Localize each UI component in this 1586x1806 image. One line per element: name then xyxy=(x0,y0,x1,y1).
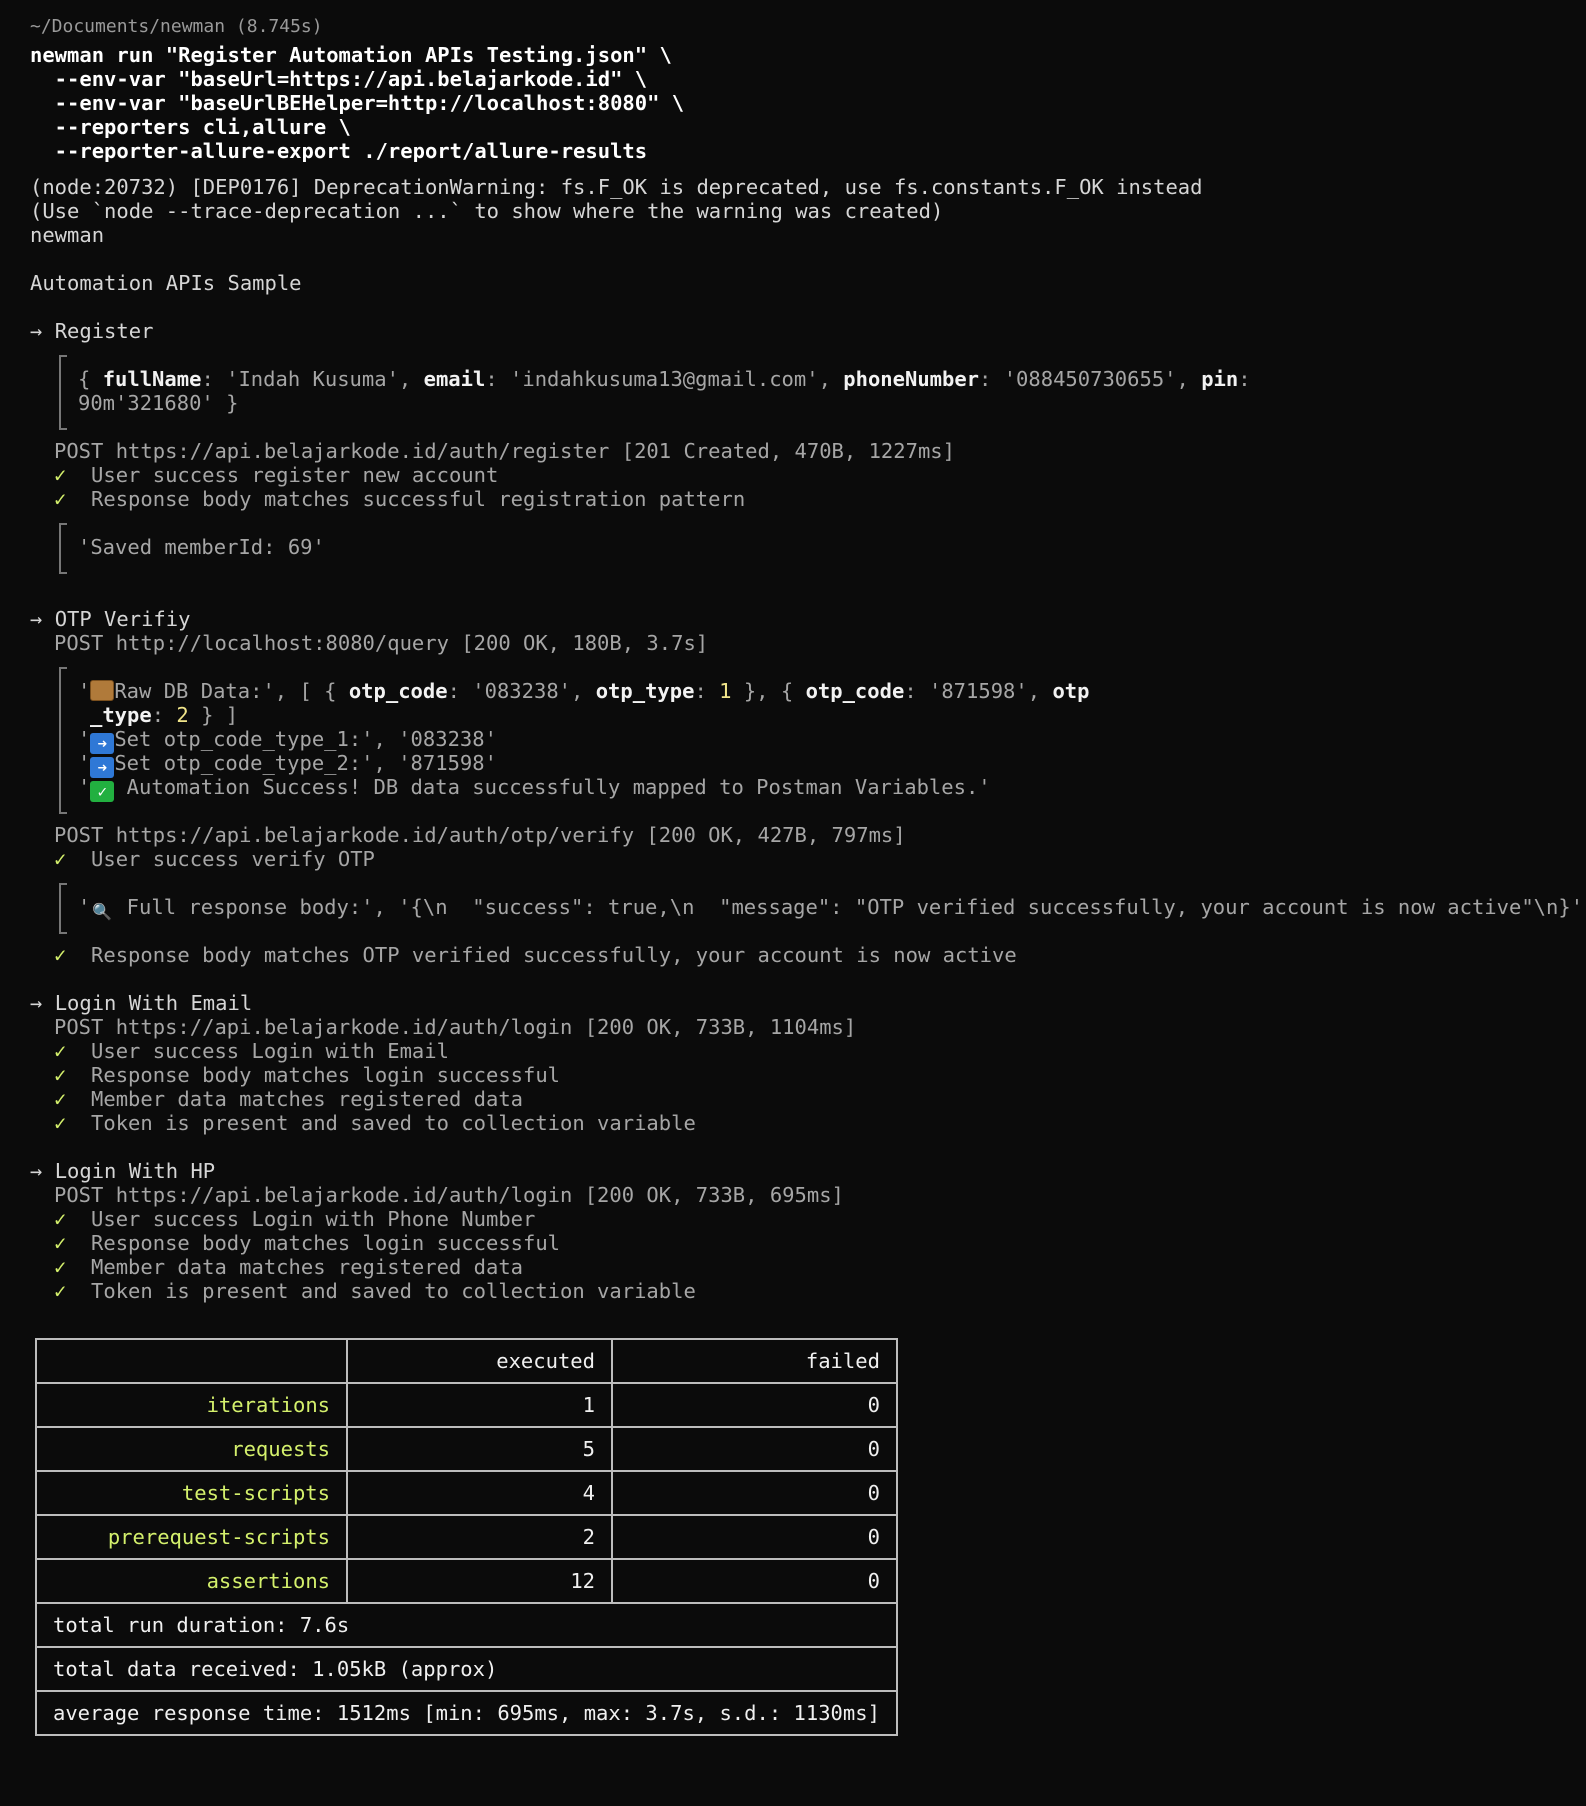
table-row: assertions 12 0 xyxy=(35,1558,898,1604)
check-icon: ✓ xyxy=(54,487,67,511)
log-bracket xyxy=(59,523,67,574)
table-row: requests 5 0 xyxy=(35,1426,898,1472)
failed-cell: 0 xyxy=(611,1558,898,1604)
package-icon xyxy=(90,680,115,701)
check-icon: ✓ xyxy=(54,1063,67,1087)
command-line: --reporters cli,allure \ xyxy=(30,115,351,139)
check-icon: ✓ xyxy=(54,1111,67,1135)
executed-cell: 2 xyxy=(346,1514,613,1560)
deprecation-warning: (node:20732) [DEP0176] DeprecationWarnin… xyxy=(30,175,1203,199)
request-line: POST http://localhost:8080/query [200 OK… xyxy=(54,631,709,655)
check-icon: ✓ xyxy=(54,847,67,871)
test-result: ✓ User success Login with Phone Number xyxy=(54,1207,536,1231)
row-label: requests xyxy=(35,1426,348,1472)
executed-cell: 4 xyxy=(346,1470,613,1516)
test-result: ✓ Response body matches login successful xyxy=(54,1231,561,1255)
test-result: ✓ Member data matches registered data xyxy=(54,1255,524,1279)
row-label: test-scripts xyxy=(35,1470,348,1516)
request-title-login-hp: → Login With HP xyxy=(30,1159,216,1183)
register-log-line: { fullName: 'Indah Kusuma', email: 'inda… xyxy=(78,367,1251,391)
check-icon: ✓ xyxy=(54,1279,67,1303)
arrow-icon: → xyxy=(30,991,43,1015)
test-result: ✓ Member data matches registered data xyxy=(54,1087,524,1111)
table-row: iterations 1 0 xyxy=(35,1382,898,1428)
test-result: ✓ Response body matches OTP verified suc… xyxy=(54,943,1017,967)
check-icon: ✓ xyxy=(54,1039,67,1063)
otp-log-line: ' Raw DB Data:', [ { otp_code: '083238', … xyxy=(78,679,1090,703)
command-line: newman run "Register Automation APIs Tes… xyxy=(30,43,672,67)
row-label: prerequest-scripts xyxy=(35,1514,348,1560)
check-icon: ✓ xyxy=(54,1255,67,1279)
executed-cell: 5 xyxy=(346,1426,613,1472)
test-result: ✓ User success Login with Email xyxy=(54,1039,449,1063)
total-data-received: total data received: 1.05kB (approx) xyxy=(35,1646,898,1692)
table-row: prerequest-scripts 2 0 xyxy=(35,1514,898,1560)
response-body-log: ' 🔍 Full response body:', '{\n "success":… xyxy=(78,895,1584,921)
otp-log-line: ' ✓ Automation Success! DB data successfu… xyxy=(78,775,991,802)
saved-log: 'Saved memberId: 69' xyxy=(78,535,325,559)
request-title-login-email: → Login With Email xyxy=(30,991,253,1015)
check-icon: ✓ xyxy=(54,1231,67,1255)
arrow-icon: → xyxy=(30,607,43,631)
test-result: ✓ User success register new account xyxy=(54,463,499,487)
table-row: test-scripts 4 0 xyxy=(35,1470,898,1516)
failed-cell: 0 xyxy=(611,1382,898,1428)
row-label: assertions xyxy=(35,1558,348,1604)
test-result: ✓ Response body matches login successful xyxy=(54,1063,561,1087)
request-line: POST https://api.belajarkode.id/auth/log… xyxy=(54,1015,857,1039)
otp-log-line: ' ➜ Set otp_code_type_1:', '083238' xyxy=(78,727,497,754)
log-bracket xyxy=(59,355,67,430)
request-line: POST https://api.belajarkode.id/auth/log… xyxy=(54,1183,844,1207)
log-bracket xyxy=(59,667,67,814)
terminal-window[interactable]: ~/Documents/newman (8.745s) newman run "… xyxy=(0,0,1586,1806)
failed-cell: 0 xyxy=(611,1514,898,1560)
table-header-row: executed failed xyxy=(35,1338,898,1384)
table-header-cell: failed xyxy=(611,1338,898,1384)
total-run-duration: total run duration: 7.6s xyxy=(35,1602,898,1648)
request-line: POST https://api.belajarkode.id/auth/otp… xyxy=(54,823,906,847)
check-mark-icon: ✓ xyxy=(90,781,115,802)
check-icon: ✓ xyxy=(54,1087,67,1111)
table-header-cell: executed xyxy=(346,1338,613,1384)
summary-data-row: total data received: 1.05kB (approx) xyxy=(35,1646,898,1692)
arrow-icon: → xyxy=(30,1159,43,1183)
run-summary-table: executed failed iterations 1 0 requests … xyxy=(35,1338,898,1736)
request-title-register: → Register xyxy=(30,319,154,343)
test-result: ✓ Token is present and saved to collecti… xyxy=(54,1111,696,1135)
check-icon: ✓ xyxy=(54,943,67,967)
failed-cell: 0 xyxy=(611,1426,898,1472)
summary-response-row: average response time: 1512ms [min: 695m… xyxy=(35,1690,898,1736)
command-line: --env-var "baseUrl=https://api.belajarko… xyxy=(30,67,648,91)
request-line: POST https://api.belajarkode.id/auth/reg… xyxy=(54,439,955,463)
executed-cell: 12 xyxy=(346,1558,613,1604)
test-result: ✓ Response body matches successful regis… xyxy=(54,487,746,511)
magnifier-icon: 🔍 xyxy=(92,902,113,921)
collection-name: Automation APIs Sample xyxy=(30,271,302,295)
otp-log-line: _type: 2 } ] xyxy=(90,703,239,727)
request-title-otp: → OTP Verifiy xyxy=(30,607,191,631)
average-response-time: average response time: 1512ms [min: 695m… xyxy=(35,1690,898,1736)
otp-log-line: ' ➜ Set otp_code_type_2:', '871598' xyxy=(78,751,497,778)
deprecation-hint: (Use `node --trace-deprecation ...` to s… xyxy=(30,199,944,223)
summary-duration-row: total run duration: 7.6s xyxy=(35,1602,898,1648)
executed-cell: 1 xyxy=(346,1382,613,1428)
row-label: iterations xyxy=(35,1382,348,1428)
table-header-cell xyxy=(35,1338,348,1384)
command-line: --reporter-allure-export ./report/allure… xyxy=(30,139,648,163)
command-line: --env-var "baseUrlBEHelper=http://localh… xyxy=(30,91,685,115)
check-icon: ✓ xyxy=(54,463,67,487)
failed-cell: 0 xyxy=(611,1470,898,1516)
log-bracket xyxy=(59,883,67,934)
prompt-path: ~/Documents/newman (8.745s) xyxy=(30,16,323,37)
check-icon: ✓ xyxy=(54,1207,67,1231)
test-result: ✓ User success verify OTP xyxy=(54,847,375,871)
test-result: ✓ Token is present and saved to collecti… xyxy=(54,1279,696,1303)
arrow-icon: → xyxy=(30,319,43,343)
register-log-line: 90m'321680' } xyxy=(78,391,239,415)
newman-label: newman xyxy=(30,223,105,247)
